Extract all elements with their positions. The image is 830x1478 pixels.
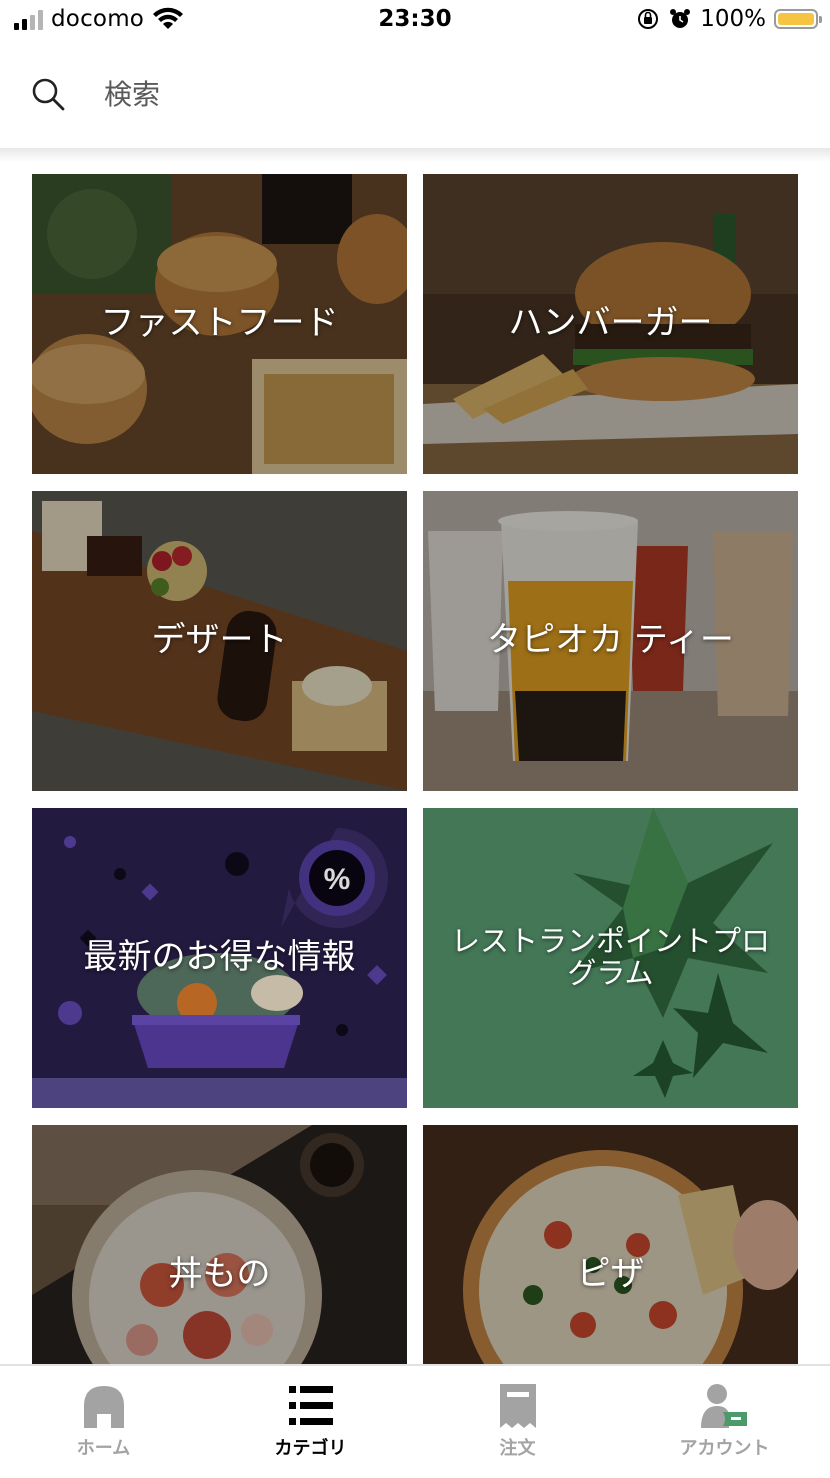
- tab-label: ホーム: [76, 1438, 131, 1459]
- status-bar: docomo 23:30 100%: [0, 0, 830, 44]
- category-label: デザート: [151, 620, 288, 661]
- battery-level: [778, 13, 814, 25]
- tab-home[interactable]: ホーム: [0, 1366, 207, 1478]
- tab-label: 注文: [499, 1438, 536, 1459]
- category-label: ファストフード: [100, 303, 339, 344]
- alarm-icon: [670, 9, 691, 28]
- tab-orders[interactable]: 注文: [414, 1366, 621, 1478]
- category-label: ハンバーガー: [508, 303, 713, 344]
- bottom-tab-bar: ホーム カテゴリ 注文 アカウント: [0, 1364, 830, 1478]
- category-tile-pizza[interactable]: ピザ: [423, 1125, 798, 1364]
- orientation-lock-icon: [638, 9, 659, 29]
- receipt-icon: [499, 1384, 536, 1428]
- category-grid: ファストフード ハンバーガー デザート タピオカ ティー 最新のお得な情報 レス…: [32, 174, 798, 1364]
- category-label: タピオカ ティー: [487, 620, 734, 661]
- search-icon[interactable]: [30, 76, 66, 112]
- category-tile-fast-food[interactable]: ファストフード: [32, 174, 407, 474]
- home-icon: [83, 1386, 124, 1428]
- tab-account[interactable]: アカウント: [621, 1366, 828, 1478]
- tab-label: アカウント: [679, 1438, 770, 1459]
- tab-categories[interactable]: カテゴリ: [207, 1366, 414, 1478]
- list-icon: [288, 1386, 333, 1425]
- category-tile-hamburger[interactable]: ハンバーガー: [423, 174, 798, 474]
- category-tile-donburi[interactable]: 丼もの: [32, 1125, 407, 1364]
- search-input[interactable]: [104, 72, 704, 116]
- category-label: 最新のお得な情報: [83, 937, 356, 978]
- category-label: ピザ: [576, 1254, 645, 1295]
- category-label: 丼もの: [168, 1254, 271, 1295]
- tab-label: カテゴリ: [274, 1438, 347, 1459]
- category-tile-rewards-program[interactable]: レストランポイントプログラム: [423, 808, 798, 1108]
- divider: [0, 148, 830, 162]
- search-bar[interactable]: [0, 44, 830, 148]
- battery-percent: 100%: [700, 6, 766, 32]
- account-icon: [700, 1384, 747, 1428]
- category-tile-dessert[interactable]: デザート: [32, 491, 407, 791]
- category-tile-deals[interactable]: % 最新のお得な情報: [32, 808, 407, 1108]
- category-tile-tapioca-tea[interactable]: タピオカ ティー: [423, 491, 798, 791]
- battery-icon: [774, 9, 822, 29]
- category-label: レストランポイントプログラム: [451, 924, 771, 990]
